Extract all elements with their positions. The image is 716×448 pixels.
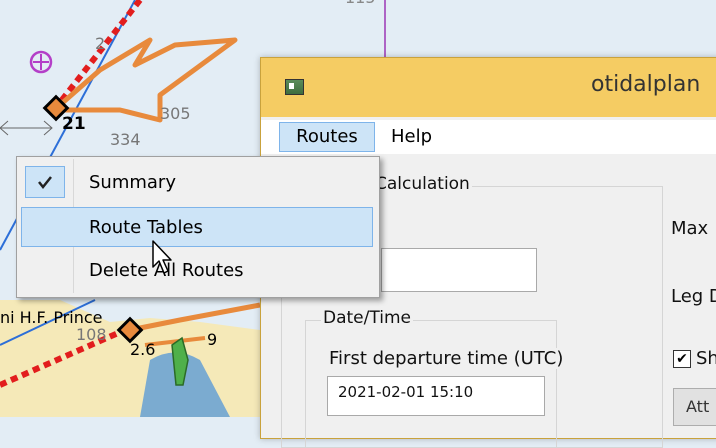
menu-item-summary-label: Summary: [89, 172, 176, 193]
map-label-108: 108: [76, 325, 107, 344]
menu-item-summary[interactable]: Summary: [21, 163, 373, 203]
max-label: Max: [669, 218, 711, 239]
menu-item-route-tables-label: Route Tables: [89, 217, 203, 238]
calculation-group-label: Calculation: [373, 174, 472, 194]
map-label-305: 305: [160, 104, 191, 123]
sh-checkbox-label: Sh: [694, 348, 716, 369]
sh-checkbox[interactable]: ✔: [673, 350, 691, 368]
routes-dropdown-menu: Summary Route Tables Delete All Routes: [16, 156, 380, 298]
name-input[interactable]: [381, 248, 537, 292]
menu-routes[interactable]: Routes: [279, 122, 375, 152]
compass-rose-icon: [29, 50, 53, 74]
first-departure-input[interactable]: 2021-02-01 15:10: [327, 376, 545, 416]
window-title: otidalplan: [591, 72, 701, 97]
summary-check-indicator: [25, 166, 65, 198]
map-label-21: 21: [62, 114, 86, 134]
att-button-label: Att: [686, 397, 710, 416]
check-icon: [38, 176, 52, 190]
menu-item-route-tables[interactable]: Route Tables: [21, 207, 373, 247]
menu-help[interactable]: Help: [391, 122, 432, 152]
map-label-9: 9: [207, 330, 218, 349]
datetime-group-label: Date/Time: [321, 308, 413, 328]
map-label-2-6: 2.6: [130, 340, 156, 359]
leg-label: Leg D: [669, 286, 716, 307]
map-label-2: 2: [95, 34, 106, 53]
map-label-top-number: 115: [345, 0, 376, 7]
att-button[interactable]: Att: [673, 388, 716, 426]
menu-bar: Routes Help: [261, 120, 716, 154]
first-departure-label: First departure time (UTC): [327, 348, 566, 369]
app-icon[interactable]: [285, 79, 304, 95]
map-label-334: 334: [110, 130, 141, 149]
mouse-pointer-icon: [152, 240, 172, 274]
title-bar[interactable]: otidalplan: [261, 58, 716, 117]
menu-item-delete-all-routes[interactable]: Delete All Routes: [21, 251, 373, 291]
check-icon: ✔: [676, 351, 688, 367]
map-label-place-name: ni H.F. Prince: [0, 308, 103, 327]
